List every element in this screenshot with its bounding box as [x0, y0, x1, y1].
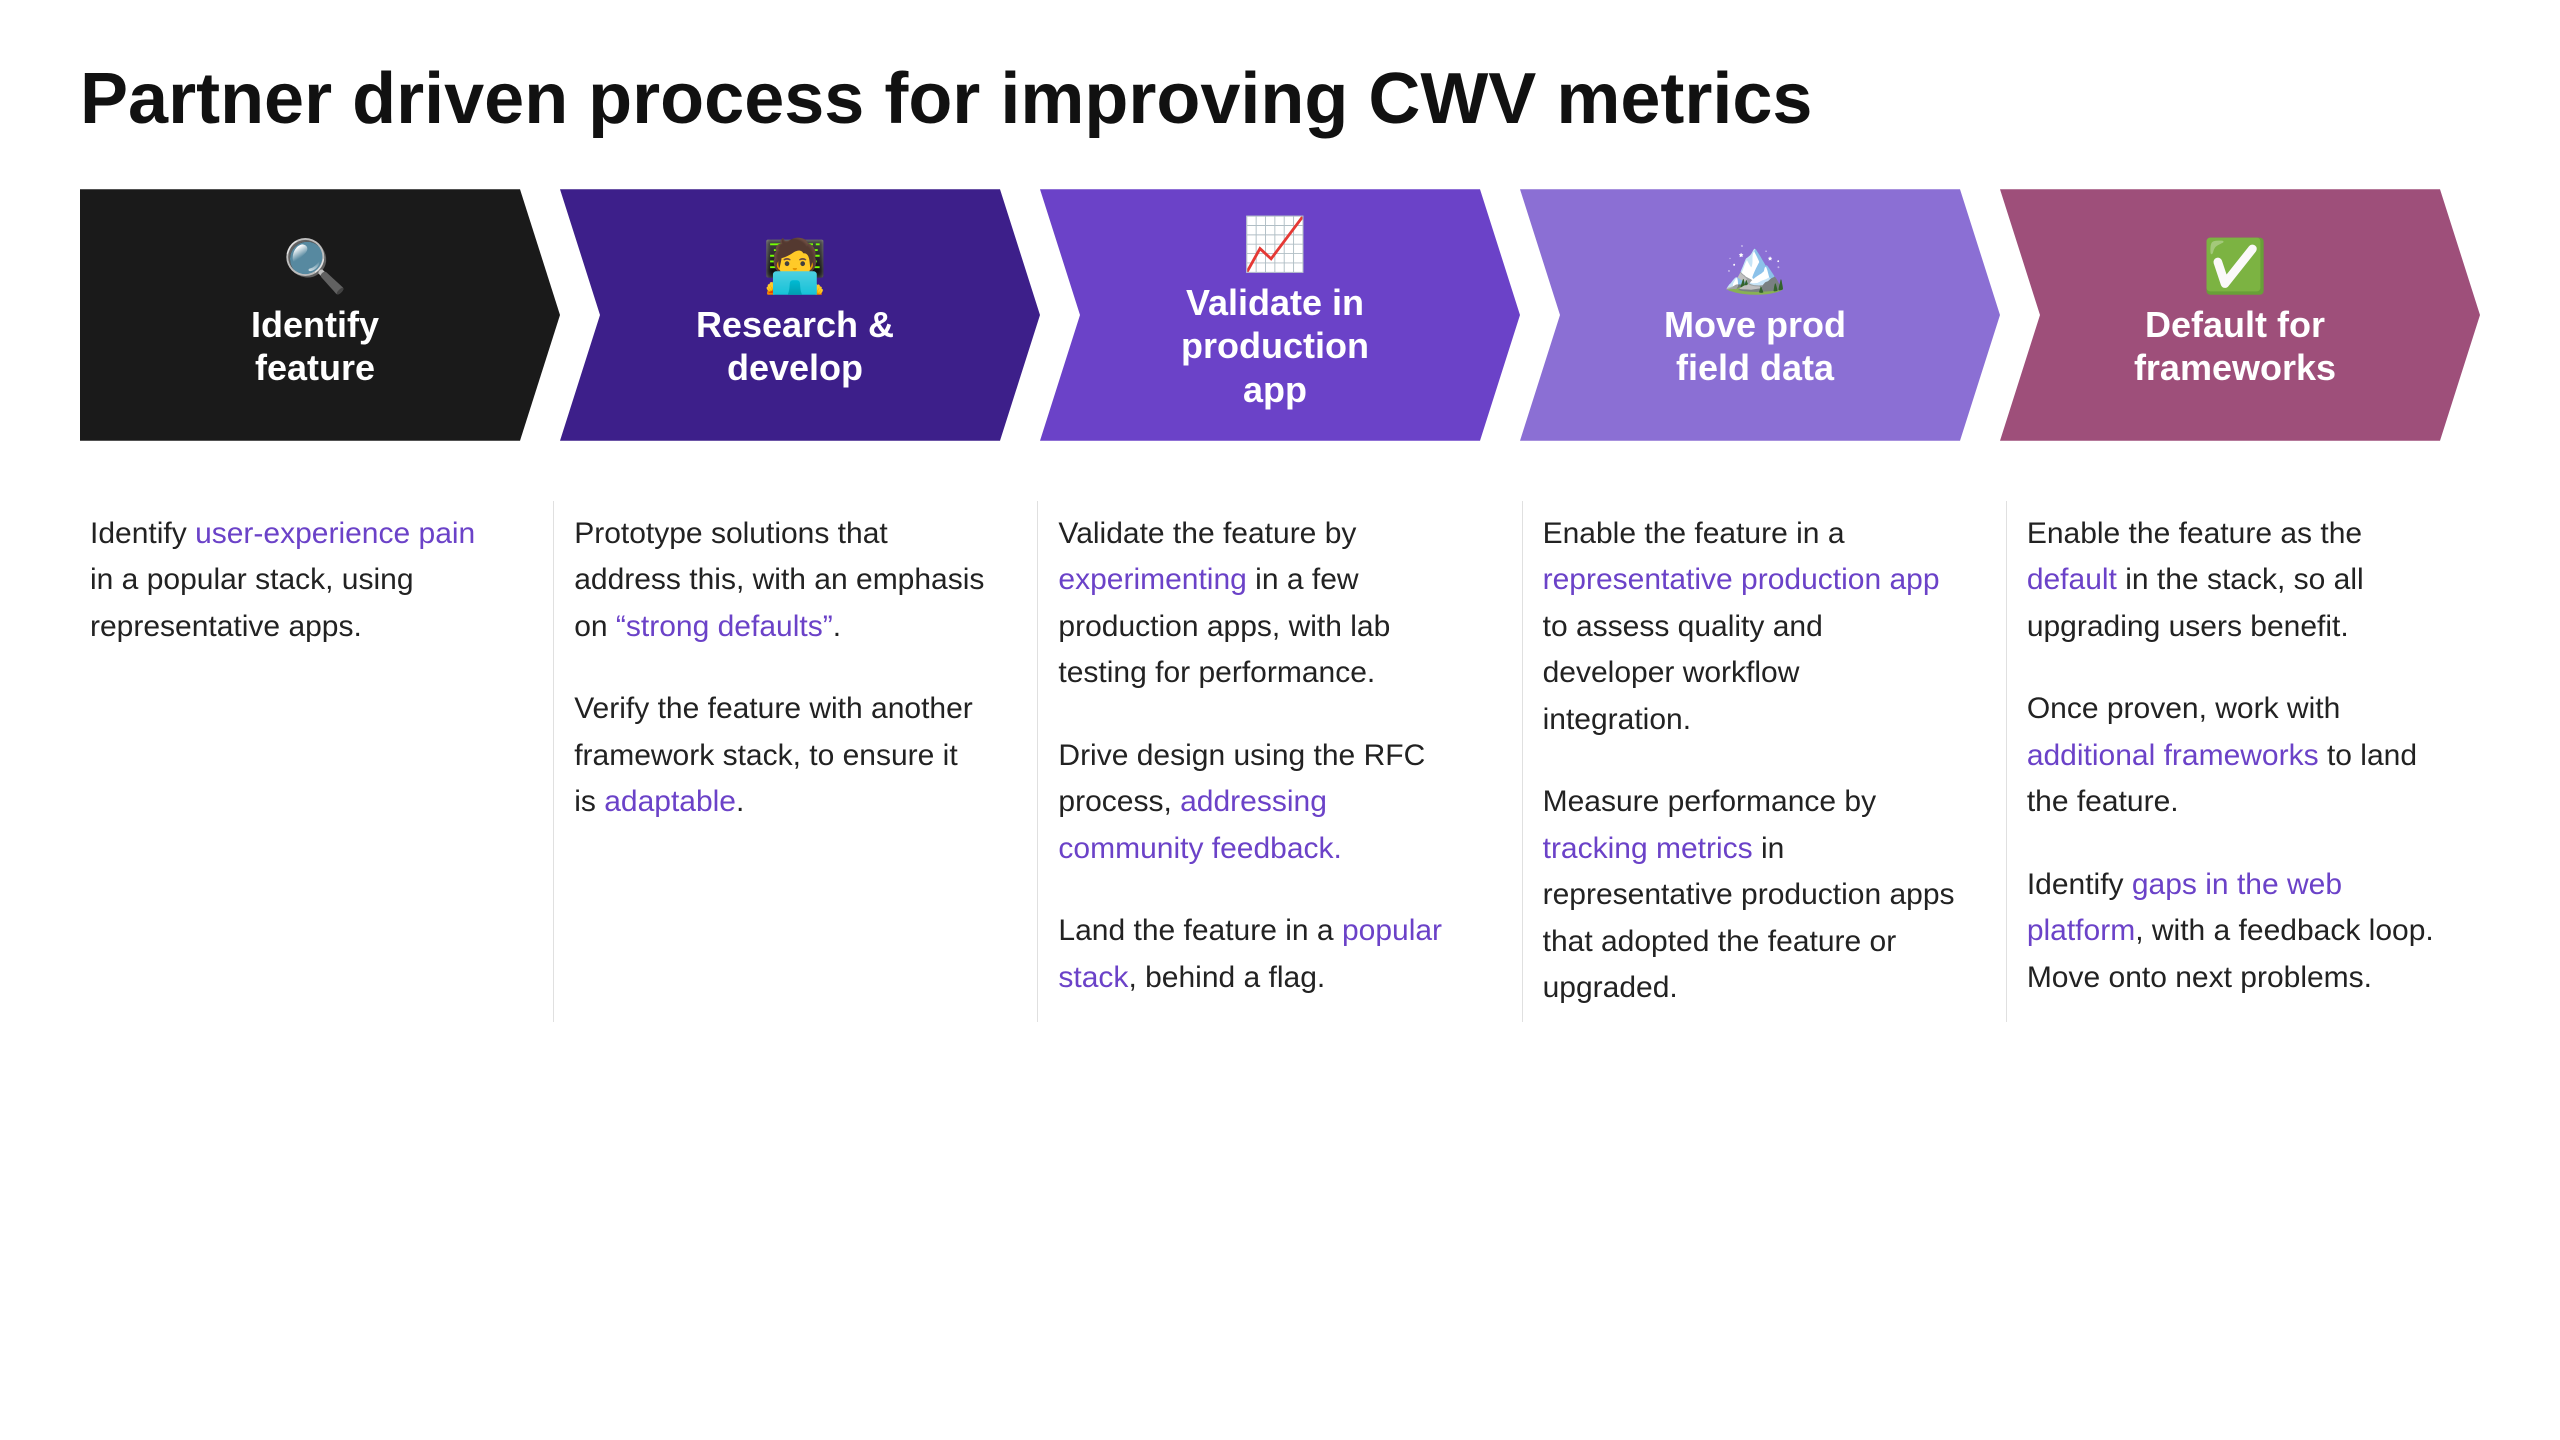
- content-link: additional frameworks: [2027, 739, 2319, 772]
- arrow-validate: 📈 Validate in production app: [1040, 189, 1520, 441]
- content-link: “strong defaults”: [616, 610, 833, 643]
- content-paragraph: Identify gaps in the web platform, with …: [2027, 862, 2440, 1002]
- content-link: adaptable: [604, 785, 736, 818]
- content-link: representative production app: [1543, 563, 1940, 596]
- content-link: default: [2027, 563, 2117, 596]
- arrow-icon-identify: 🔍: [283, 241, 348, 293]
- content-paragraph: Verify the feature with another framewor…: [574, 686, 987, 826]
- arrows-container: 🔍 Identify feature 🧑‍💻 Research & develop 📈 V…: [80, 189, 2480, 441]
- arrow-icon-research: 🧑‍💻: [763, 241, 828, 293]
- content-paragraph: Once proven, work with additional framew…: [2027, 686, 2440, 826]
- content-paragraph: Measure performance by tracking metrics …: [1543, 779, 1956, 1012]
- content-paragraph: Identify user-experience pain in a popul…: [90, 511, 503, 651]
- column-divider: [553, 501, 554, 1022]
- arrow-research: 🧑‍💻 Research & develop: [560, 189, 1040, 441]
- arrow-moveprod: 🏔️ Move prod field data: [1520, 189, 2000, 441]
- arrow-icon-default: ✅: [2203, 241, 2268, 293]
- content-link: experimenting: [1058, 563, 1246, 596]
- content-link: popular stack: [1058, 914, 1442, 994]
- content-link: addressing community feedback.: [1058, 785, 1341, 865]
- content-link: tracking metrics: [1543, 832, 1753, 865]
- arrow-icon-moveprod: 🏔️: [1723, 241, 1788, 293]
- arrow-label-default: Default for frameworks: [2134, 303, 2336, 389]
- arrow-default: ✅ Default for frameworks: [2000, 189, 2480, 441]
- content-link: gaps in the web platform: [2027, 868, 2342, 948]
- moveprod-content: Enable the feature in a representative p…: [1533, 501, 1996, 1022]
- column-divider: [2006, 501, 2007, 1022]
- content-paragraph: Enable the feature as the default in the…: [2027, 511, 2440, 651]
- research-content: Prototype solutions that address this, w…: [564, 501, 1027, 836]
- content-link: user-experience pain: [195, 517, 475, 550]
- content-paragraph: Drive design using the RFC process, addr…: [1058, 733, 1471, 873]
- default-content: Enable the feature as the default in the…: [2017, 501, 2480, 1012]
- content-row: Identify user-experience pain in a popul…: [80, 501, 2480, 1022]
- identify-content: Identify user-experience pain in a popul…: [80, 501, 543, 661]
- arrow-label-validate: Validate in production app: [1181, 281, 1369, 411]
- content-paragraph: Validate the feature by experimenting in…: [1058, 511, 1471, 697]
- arrow-label-research: Research & develop: [696, 303, 894, 389]
- content-paragraph: Prototype solutions that address this, w…: [574, 511, 987, 651]
- column-divider: [1037, 501, 1038, 1022]
- content-paragraph: Land the feature in a popular stack, beh…: [1058, 908, 1471, 1001]
- arrow-identify: 🔍 Identify feature: [80, 189, 560, 441]
- column-divider: [1522, 501, 1523, 1022]
- arrow-icon-validate: 📈: [1243, 219, 1308, 271]
- arrow-label-moveprod: Move prod field data: [1664, 303, 1846, 389]
- page-title: Partner driven process for improving CWV…: [80, 60, 2480, 139]
- arrow-label-identify: Identify feature: [251, 303, 379, 389]
- validate-content: Validate the feature by experimenting in…: [1048, 501, 1511, 1012]
- content-paragraph: Enable the feature in a representative p…: [1543, 511, 1956, 744]
